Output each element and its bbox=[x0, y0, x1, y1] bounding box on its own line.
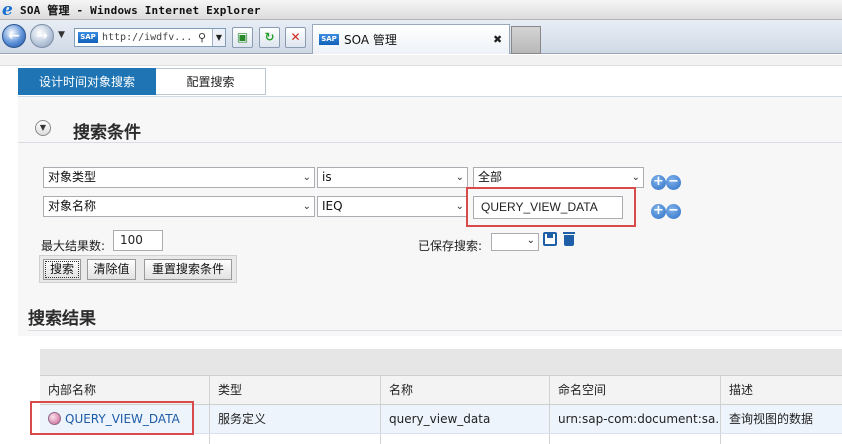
empty-cell bbox=[381, 434, 550, 444]
criteria-field-select[interactable]: 对象类型 ⌄ bbox=[43, 167, 315, 188]
section-title: 搜索条件 bbox=[73, 123, 141, 143]
max-results-label: 最大结果数: bbox=[41, 239, 106, 253]
row-add-remove: + − bbox=[651, 175, 681, 191]
select-value: 全部 bbox=[478, 170, 503, 184]
address-text[interactable]: http://iwdfv... bbox=[102, 32, 198, 43]
chevron-down-icon: ⌄ bbox=[455, 172, 464, 183]
sap-logo-icon: SAP bbox=[78, 32, 98, 43]
collapse-icon[interactable]: ▼ bbox=[35, 120, 51, 136]
new-tab-button[interactable] bbox=[511, 26, 541, 54]
column-header[interactable]: 描述 bbox=[721, 376, 842, 404]
add-row-icon[interactable]: + bbox=[651, 175, 666, 190]
remove-row-icon[interactable]: − bbox=[666, 204, 681, 219]
row-add-remove: + − bbox=[651, 204, 681, 220]
forward-arrow-icon[interactable]: → bbox=[30, 24, 54, 48]
header-strip bbox=[0, 55, 842, 66]
empty-cell bbox=[210, 434, 381, 444]
highlight-box bbox=[30, 401, 194, 435]
name-cell: query_view_data bbox=[381, 405, 550, 433]
browser-toolbar: ← → ▼ SAP http://iwdfv... ⚲ ▼ ▣ ↻ ✕ SAP … bbox=[0, 20, 842, 54]
search-icon[interactable]: ⚲ bbox=[198, 31, 212, 44]
select-value: is bbox=[322, 170, 332, 184]
chevron-down-icon: ⌄ bbox=[302, 201, 311, 212]
close-icon[interactable]: ✖ bbox=[493, 33, 509, 46]
results-title: 搜索结果 bbox=[28, 309, 96, 329]
chevron-down-icon: ⌄ bbox=[631, 172, 640, 183]
results-divider bbox=[28, 330, 842, 331]
remove-row-icon[interactable]: − bbox=[666, 175, 681, 190]
criteria-field-select[interactable]: 对象名称 ⌄ bbox=[43, 196, 315, 217]
empty-cell bbox=[550, 434, 721, 444]
select-value: IEQ bbox=[322, 199, 343, 213]
criteria-operator-select[interactable]: is ⌄ bbox=[317, 167, 468, 188]
chevron-down-icon: ⌄ bbox=[526, 235, 535, 246]
description-cell: 查询视图的数据 bbox=[729, 412, 814, 426]
address-dropdown-icon[interactable]: ▼ bbox=[212, 29, 225, 46]
save-icon[interactable] bbox=[543, 232, 557, 246]
refresh-icon[interactable]: ↻ bbox=[259, 27, 280, 48]
window-titlebar: e SOA 管理 - Windows Internet Explorer bbox=[0, 0, 842, 20]
select-value: 对象名称 bbox=[48, 199, 97, 213]
type-cell: 服务定义 bbox=[210, 405, 381, 433]
internet-explorer-icon: e bbox=[2, 0, 13, 20]
search-panel: ▼ 搜索条件 对象类型 ⌄ is ⌄ 全部 ⌄ + − 对象名称 ⌄ IEQ ⌄ bbox=[18, 96, 842, 336]
criteria-value-select[interactable]: 全部 ⌄ bbox=[473, 167, 644, 188]
reset-criteria-button[interactable]: 重置搜索条件 bbox=[144, 259, 232, 280]
search-button-group: 搜索 清除值 重置搜索条件 bbox=[39, 255, 237, 283]
window-title: SOA 管理 - Windows Internet Explorer bbox=[20, 3, 261, 17]
history-dropdown-icon[interactable]: ▼ bbox=[58, 30, 65, 40]
saved-search-select[interactable]: ⌄ bbox=[491, 233, 539, 251]
column-header[interactable]: 命名空间 bbox=[550, 376, 721, 404]
tab-title: SOA 管理 bbox=[344, 33, 397, 47]
empty-cell bbox=[721, 434, 842, 444]
empty-cell bbox=[40, 434, 210, 444]
search-button[interactable]: 搜索 bbox=[43, 259, 81, 280]
column-header[interactable]: 类型 bbox=[210, 376, 381, 404]
tab-configuration-search[interactable]: 配置搜索 bbox=[156, 68, 266, 95]
search-criteria-header: ▼ 搜索条件 bbox=[18, 97, 842, 143]
sap-logo-icon: SAP bbox=[319, 34, 339, 45]
chevron-down-icon: ⌄ bbox=[455, 201, 464, 212]
browser-tab[interactable]: SAP SOA 管理 ✖ bbox=[312, 24, 510, 54]
address-bar[interactable]: SAP http://iwdfv... ⚲ ▼ bbox=[74, 28, 226, 47]
page-content: 设计时间对象搜索 配置搜索 ▼ 搜索条件 对象类型 ⌄ is ⌄ 全部 ⌄ + … bbox=[0, 55, 842, 444]
trash-lid bbox=[563, 232, 575, 234]
compatibility-view-icon[interactable]: ▣ bbox=[232, 27, 253, 48]
trash-can bbox=[564, 235, 574, 246]
max-results-input[interactable]: 100 bbox=[113, 230, 163, 251]
select-value: 对象类型 bbox=[48, 170, 97, 184]
page-tabs: 设计时间对象搜索 配置搜索 bbox=[18, 68, 266, 95]
table-toolbar bbox=[40, 349, 842, 376]
trash-icon[interactable] bbox=[563, 231, 575, 246]
tab-design-time-object-search[interactable]: 设计时间对象搜索 bbox=[18, 68, 156, 95]
add-row-icon[interactable]: + bbox=[651, 204, 666, 219]
table-row-empty bbox=[40, 434, 842, 444]
column-header[interactable]: 内部名称 bbox=[40, 376, 210, 404]
saved-search-label: 已保存搜索: bbox=[418, 239, 483, 253]
clear-values-button[interactable]: 清除值 bbox=[87, 259, 136, 280]
criteria-operator-select[interactable]: IEQ ⌄ bbox=[317, 196, 468, 217]
stop-icon[interactable]: ✕ bbox=[285, 27, 306, 48]
criteria-value-input[interactable]: QUERY_VIEW_DATA bbox=[473, 196, 623, 219]
back-arrow-icon[interactable]: ← bbox=[2, 24, 26, 48]
column-header[interactable]: 名称 bbox=[381, 376, 550, 404]
chevron-down-icon: ⌄ bbox=[302, 172, 311, 183]
namespace-cell: urn:sap-com:document:sa... bbox=[550, 405, 721, 433]
